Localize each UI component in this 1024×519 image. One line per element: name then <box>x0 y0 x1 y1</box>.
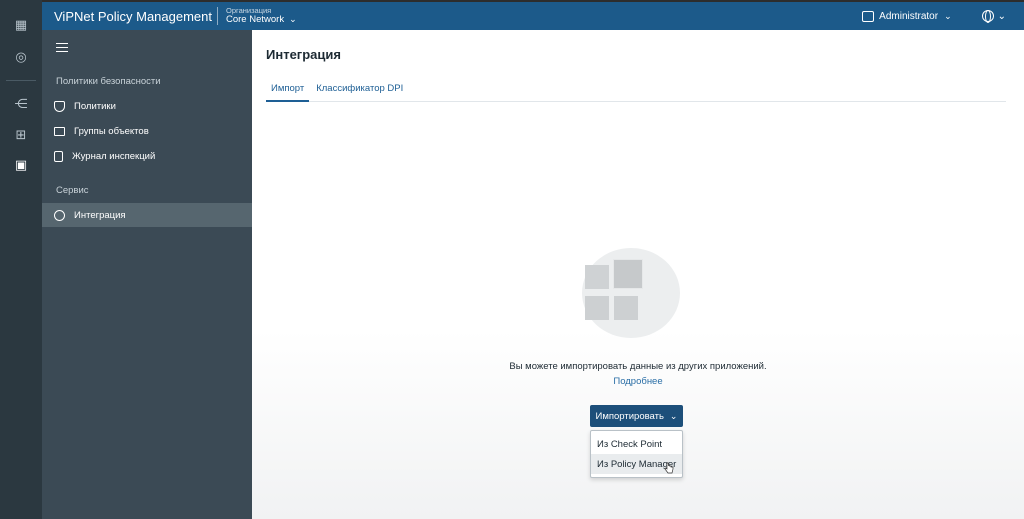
app-title: ViPNet Policy Management <box>54 8 213 24</box>
illustration-square <box>614 296 638 320</box>
folder-icon <box>54 126 65 136</box>
tab-import[interactable]: Импорт <box>266 78 310 102</box>
tab-dpi-classifier[interactable]: Классификатор DPI <box>311 78 408 102</box>
illustration-square <box>585 296 609 320</box>
illustration-square <box>585 265 609 289</box>
sidebar-item-object-groups[interactable]: Группы объектов <box>42 119 252 143</box>
import-button-label: Импортировать <box>595 410 664 422</box>
sidebar-item-integration[interactable]: Интеграция <box>42 203 252 227</box>
chevron-down-icon: ⌄ <box>997 10 1006 22</box>
icon-rail: ▦ ◎ ⋲ ⊞ ▣ <box>0 0 42 519</box>
main-content: Интеграция Импорт Классификатор DPI Вы м… <box>252 30 1024 519</box>
grid-icon[interactable]: ▦ <box>14 18 28 32</box>
header-separator <box>217 7 218 25</box>
sidebar-item-label: Интеграция <box>74 209 126 221</box>
chevron-down-icon: ⌄ <box>944 10 952 21</box>
page-title: Интеграция <box>266 47 341 62</box>
monitor-icon[interactable]: ⊞ <box>14 128 28 142</box>
journal-icon <box>54 150 63 162</box>
globe-icon <box>981 10 994 23</box>
empty-state-illustration <box>566 248 682 344</box>
empty-state-text: Вы можете импортировать данные из других… <box>509 361 767 372</box>
dashboard-icon[interactable]: ◎ <box>14 50 28 64</box>
menu-item-from-check-point[interactable]: Из Check Point <box>591 434 682 454</box>
language-selector[interactable]: ⌄ <box>981 10 1006 23</box>
user-badge-icon <box>862 10 875 22</box>
sidebar-item-label: Журнал инспекций <box>72 150 156 162</box>
shield-icon <box>54 100 65 112</box>
organization-label: Организация <box>226 6 272 16</box>
sidebar-item-label: Политики <box>74 100 116 112</box>
import-button[interactable]: Импортировать ⌄ <box>590 405 683 427</box>
sidebar-section-title: Политики безопасности <box>56 76 161 87</box>
illustration-square <box>614 260 642 288</box>
integration-icon <box>54 209 65 221</box>
sidebar-section-title: Сервис <box>56 185 89 196</box>
organization-name: Core Network <box>226 13 285 25</box>
user-name: Administrator <box>879 10 939 22</box>
chevron-down-icon: ⌄ <box>669 410 678 421</box>
sidebar-item-policies[interactable]: Политики <box>42 94 252 118</box>
more-link[interactable]: Подробнее <box>252 376 1024 387</box>
sidebar-item-label: Группы объектов <box>74 125 149 137</box>
hand-cursor-icon <box>664 462 674 474</box>
sidebar: Политики безопасности Политики Группы об… <box>42 30 252 519</box>
top-header: ViPNet Policy Management Организация Cor… <box>42 0 1024 30</box>
user-menu[interactable]: Administrator ⌄ <box>862 10 952 22</box>
network-icon[interactable]: ⋲ <box>14 97 28 111</box>
chevron-down-icon: ⌄ <box>289 14 297 25</box>
organization-selector[interactable]: Организация Core Network ⌄ <box>226 7 297 25</box>
policy-management-icon[interactable]: ▣ <box>14 158 28 172</box>
tabs-bar: Импорт Классификатор DPI <box>266 78 1006 102</box>
sidebar-item-inspection-log[interactable]: Журнал инспекций <box>42 144 252 168</box>
rail-divider <box>6 80 36 81</box>
hamburger-menu-icon[interactable] <box>56 43 68 52</box>
